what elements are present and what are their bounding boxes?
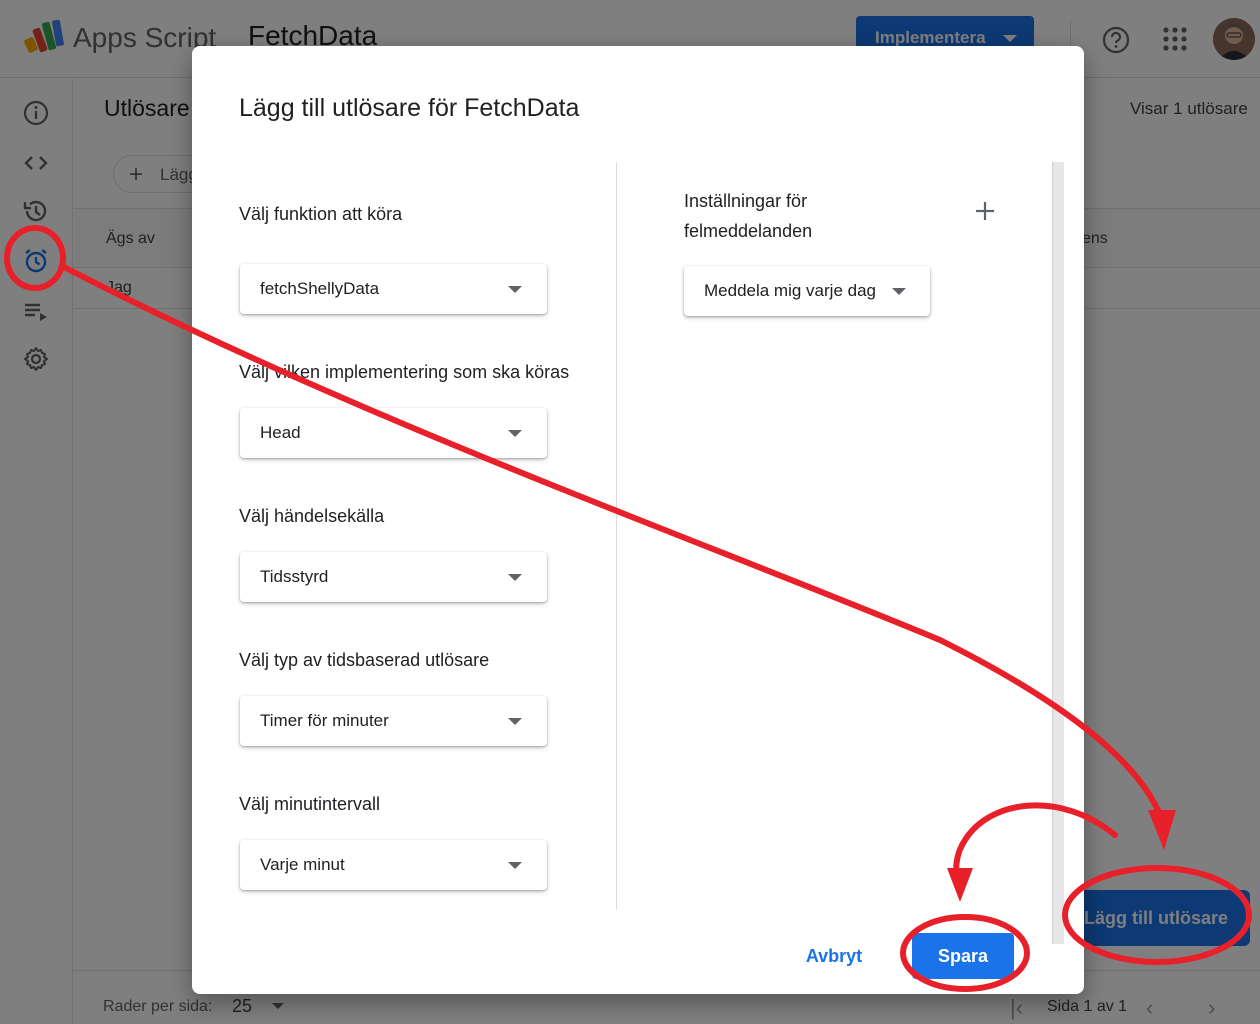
function-label: Välj funktion att köra: [239, 204, 403, 224]
column-divider: [616, 162, 617, 910]
error-settings-label: Inställningar för felmeddelanden: [684, 191, 813, 241]
error-notification-select[interactable]: Meddela mig varje dag: [684, 266, 930, 316]
save-button[interactable]: Spara: [912, 933, 1014, 979]
event-source-value: Tidsstyrd: [260, 567, 329, 586]
dropdown-arrow-icon: [508, 430, 522, 437]
event-source-label: Välj händelsekälla: [239, 506, 385, 526]
function-value: fetchShellyData: [260, 279, 380, 298]
trigger-type-value: Timer för minuter: [260, 711, 389, 730]
trigger-type-select[interactable]: Timer för minuter: [240, 696, 547, 746]
dropdown-arrow-icon: [892, 288, 906, 295]
minute-interval-label: Välj minutintervall: [239, 794, 381, 814]
dialog-title: Lägg till utlösare för FetchData: [239, 94, 580, 122]
cancel-button[interactable]: Avbryt: [792, 938, 876, 974]
add-trigger-dialog: Lägg till utlösare för FetchData Välj fu…: [192, 46, 1084, 994]
trigger-type-label: Välj typ av tidsbaserad utlösare: [239, 650, 490, 670]
function-select[interactable]: fetchShellyData: [240, 264, 547, 314]
minute-interval-select[interactable]: Varje minut: [240, 840, 547, 890]
dialog-scrollbar[interactable]: [1052, 162, 1064, 944]
dropdown-arrow-icon: [508, 286, 522, 293]
error-notification-value: Meddela mig varje dag: [704, 281, 876, 300]
plus-icon[interactable]: [974, 200, 996, 222]
event-source-select[interactable]: Tidsstyrd: [240, 552, 547, 602]
deployment-select[interactable]: Head: [240, 408, 547, 458]
deployment-value: Head: [260, 423, 301, 442]
dropdown-arrow-icon: [508, 574, 522, 581]
deployment-label: Välj vilken implementering som ska köras: [239, 362, 570, 382]
dropdown-arrow-icon: [508, 718, 522, 725]
minute-interval-value: Varje minut: [260, 855, 345, 874]
dropdown-arrow-icon: [508, 862, 522, 869]
